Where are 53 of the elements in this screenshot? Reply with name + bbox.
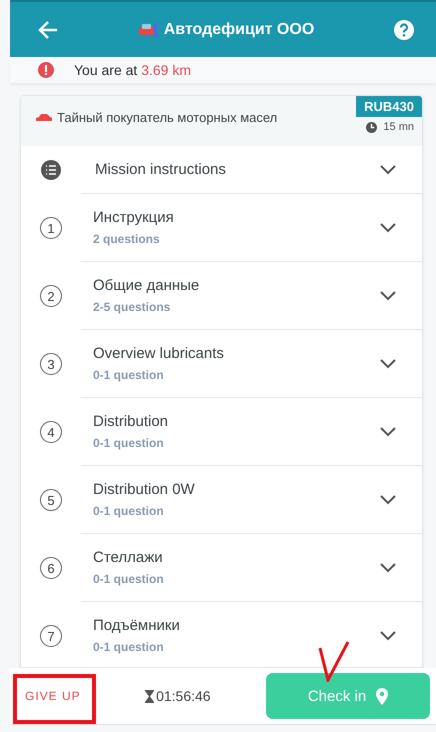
section-row[interactable]: 1 Инструкция 2 questions <box>21 194 422 262</box>
chevron-down-icon <box>380 164 396 174</box>
mission-title: Тайный покупатель моторных масел <box>35 110 278 125</box>
step-number: 1 <box>40 217 62 239</box>
section-title: Distribution 0W <box>93 481 196 498</box>
step-number: 7 <box>40 625 62 647</box>
distance-text: You are at 3.69 km <box>74 62 192 78</box>
alert-icon <box>38 62 54 78</box>
question-count: 0-1 question <box>93 504 165 518</box>
hourglass-icon <box>145 690 154 702</box>
location-pin-icon <box>376 688 388 704</box>
step-number: 4 <box>40 421 62 443</box>
back-arrow-icon[interactable] <box>38 20 58 38</box>
clock-icon <box>366 122 378 132</box>
section-row[interactable]: 3 Overview lubricants 0-1 question <box>21 330 422 398</box>
chevron-down-icon <box>380 562 396 572</box>
question-count: 0-1 question <box>93 640 165 654</box>
chevron-down-icon <box>380 494 396 504</box>
step-number: 5 <box>40 489 62 511</box>
chevron-down-icon <box>380 222 396 232</box>
reward-badge: RUB430 <box>356 96 422 117</box>
section-title: Общие данные <box>93 277 200 294</box>
section-title: Инструкция <box>93 209 175 226</box>
chevron-down-icon <box>380 358 396 368</box>
section-title: Стеллажи <box>93 549 164 566</box>
question-count: 2 questions <box>93 232 161 246</box>
annotation-check-mark <box>318 640 350 682</box>
section-row[interactable]: 4 Distribution 0-1 question <box>21 398 422 466</box>
section-row[interactable]: 6 Стеллажи 0-1 question <box>21 534 422 602</box>
chevron-down-icon <box>380 290 396 300</box>
window-title: Автодефицит ООО <box>164 20 314 38</box>
section-title: Mission instructions <box>95 161 227 178</box>
section-title: Overview lubricants <box>93 345 225 362</box>
duration-text: 15 mn <box>383 121 414 133</box>
section-row[interactable]: 5 Distribution 0W 0-1 question <box>21 466 422 534</box>
section-title: Подъёмники <box>93 617 181 634</box>
question-count: 0-1 question <box>93 368 165 382</box>
chevron-down-icon <box>380 426 396 436</box>
step-number: 3 <box>40 353 62 375</box>
help-icon[interactable] <box>394 20 414 40</box>
list-icon <box>41 160 61 180</box>
step-number: 2 <box>40 285 62 307</box>
car-icon <box>35 112 53 122</box>
step-number: 6 <box>40 557 62 579</box>
section-title: Distribution <box>93 413 170 430</box>
chevron-down-icon <box>380 630 396 640</box>
instructions-row[interactable]: Mission instructions <box>21 146 422 194</box>
car-icon <box>138 22 160 38</box>
question-count: 0-1 question <box>93 572 165 586</box>
question-count: 0-1 question <box>93 436 165 450</box>
question-count: 2-5 questions <box>93 300 172 314</box>
section-row[interactable]: 2 Общие данные 2-5 questions <box>21 262 422 330</box>
timer-text: 01:56:46 <box>156 688 211 704</box>
